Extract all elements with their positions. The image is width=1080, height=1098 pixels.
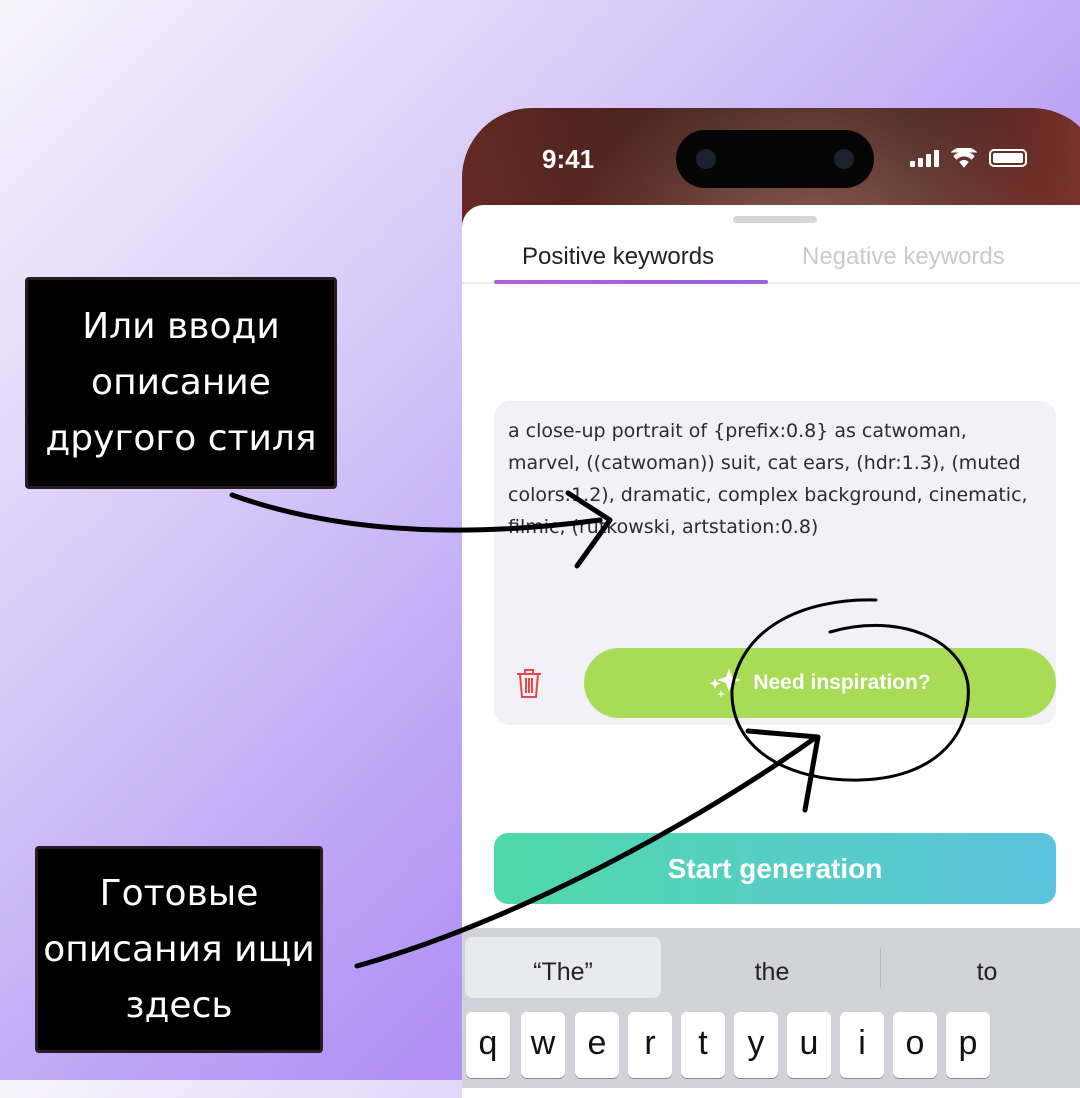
suggestion-1[interactable]: “The” [465, 958, 661, 987]
key-r[interactable]: r [628, 1012, 672, 1078]
keywords-sheet: Positive keywords Negative keywords a cl… [462, 205, 1080, 1098]
key-p[interactable]: p [946, 1012, 990, 1078]
camera-icon [696, 149, 716, 169]
delete-button[interactable] [494, 648, 564, 718]
status-icons [910, 148, 1027, 168]
sensor-icon [834, 149, 854, 169]
annotation-text-1: Или вводи описание другого стиля [45, 306, 317, 459]
key-i[interactable]: i [840, 1012, 884, 1078]
suggestion-divider [880, 948, 881, 988]
sheet-handle[interactable] [733, 216, 817, 223]
dynamic-island [676, 130, 874, 188]
key-w[interactable]: w [521, 1012, 565, 1078]
tab-negative-keywords[interactable]: Negative keywords [802, 243, 1005, 271]
key-e[interactable]: e [575, 1012, 619, 1078]
need-inspiration-label: Need inspiration? [753, 671, 931, 694]
annotation-label-ready-prompts: Готовые описания ищи здесь [35, 846, 323, 1053]
key-q[interactable]: q [466, 1012, 510, 1078]
trash-icon [517, 669, 541, 698]
phone-screen: 9:41 Positive keywords Negative keywords… [462, 108, 1080, 1098]
signal-icon [910, 149, 939, 167]
annotation-text-2: Готовые описания ищи здесь [43, 872, 315, 1026]
sparkles-icon [709, 668, 742, 698]
key-o[interactable]: o [893, 1012, 937, 1078]
battery-icon [989, 149, 1027, 167]
key-t[interactable]: t [681, 1012, 725, 1078]
suggestion-3[interactable]: to [887, 958, 1080, 987]
start-generation-button[interactable]: Start generation [494, 833, 1056, 904]
keyboard: “The” the to q w e r t y u i o p [462, 928, 1080, 1088]
key-y[interactable]: y [734, 1012, 778, 1078]
wifi-icon [951, 148, 977, 168]
annotation-label-custom-style: Или вводи описание другого стиля [25, 277, 337, 489]
suggestion-2[interactable]: the [672, 958, 872, 987]
active-tab-underline [494, 280, 768, 284]
need-inspiration-button[interactable]: Need inspiration? [584, 648, 1056, 718]
status-time: 9:41 [542, 144, 595, 174]
tab-positive-keywords[interactable]: Positive keywords [522, 243, 714, 271]
key-u[interactable]: u [787, 1012, 831, 1078]
